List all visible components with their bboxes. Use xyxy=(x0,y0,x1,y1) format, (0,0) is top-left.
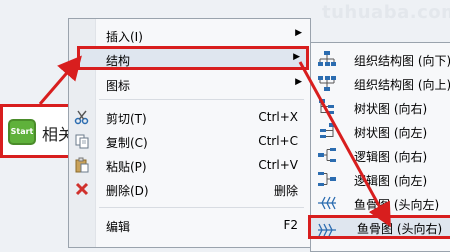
menu-item-label: 编辑 xyxy=(106,220,131,234)
menu-item-structure[interactable]: 结构 ▶ xyxy=(77,46,309,70)
org-down-icon xyxy=(317,50,337,68)
submenu-arrow-icon: ▶ xyxy=(295,28,302,38)
menu-separator xyxy=(99,99,304,100)
menu-item-label: 插入(I) xyxy=(106,30,143,44)
submenu-item-tree-left[interactable]: 树状图 (向左) xyxy=(311,119,450,143)
submenu-item-fishbone-right[interactable]: 鱼骨图 (头向右) xyxy=(308,215,450,239)
submenu-item-label: 树状图 (向右) xyxy=(354,102,428,116)
menu-item-cut[interactable]: 剪切(T) Ctrl+X xyxy=(69,105,310,129)
menu-item-shortcut: 删除 xyxy=(273,184,298,198)
submenu-item-label: 树状图 (向左) xyxy=(354,126,428,140)
logic-right-icon xyxy=(317,146,337,164)
submenu-item-org-up[interactable]: 组织结构图 (向上) xyxy=(311,71,450,95)
submenu-item-label: 逻辑图 (向左) xyxy=(354,174,428,188)
context-menu: 插入(I) ▶ 结构 ▶ 图标 ▶ 剪切(T) Ctrl+X 复制(C) Ctr… xyxy=(68,18,311,248)
watermark: tuhuaba.com xyxy=(322,2,450,23)
menu-item-edit[interactable]: 编辑 F2 xyxy=(69,213,310,237)
menu-item-paste[interactable]: 粘贴(P) Ctrl+V xyxy=(69,153,310,177)
org-up-icon xyxy=(317,74,337,92)
delete-icon xyxy=(73,180,91,198)
menu-item-shortcut: Ctrl+V xyxy=(258,158,298,172)
submenu-item-org-down[interactable]: 组织结构图 (向下) xyxy=(311,47,450,71)
menu-item-shortcut: Ctrl+C xyxy=(258,134,298,148)
submenu-item-fishbone-left[interactable]: 鱼骨图 (头向左) xyxy=(311,191,450,215)
menu-item-delete[interactable]: 删除(D) 删除 xyxy=(69,177,310,201)
menu-item-icon[interactable]: 图标 ▶ xyxy=(69,72,310,96)
fishbone-right-icon xyxy=(317,221,337,239)
mindmap-node[interactable]: Start 相关 xyxy=(0,104,78,158)
logic-left-icon xyxy=(317,170,337,188)
submenu-item-logic-right[interactable]: 逻辑图 (向右) xyxy=(311,143,450,167)
submenu-item-logic-left[interactable]: 逻辑图 (向左) xyxy=(311,167,450,191)
tree-left-icon xyxy=(317,122,337,140)
menu-item-insert[interactable]: 插入(I) ▶ xyxy=(69,23,310,47)
scissors-icon xyxy=(73,108,91,126)
start-icon: Start xyxy=(8,119,36,145)
submenu-item-label: 逻辑图 (向右) xyxy=(354,150,428,164)
menu-item-label: 剪切(T) xyxy=(106,112,147,126)
menu-item-copy[interactable]: 复制(C) Ctrl+C xyxy=(69,129,310,153)
copy-icon xyxy=(73,132,91,150)
menu-separator xyxy=(99,207,304,208)
submenu-arrow-icon: ▶ xyxy=(295,77,302,87)
submenu-item-tree-right[interactable]: 树状图 (向右) xyxy=(311,95,450,119)
paste-icon xyxy=(73,156,91,174)
submenu-item-label: 鱼骨图 (头向左) xyxy=(354,198,440,212)
submenu-item-label: 组织结构图 (向上) xyxy=(354,78,450,92)
fishbone-left-icon xyxy=(317,194,337,212)
submenu-item-label: 鱼骨图 (头向右) xyxy=(357,222,443,236)
structure-submenu: 组织结构图 (向下) 组织结构图 (向上) 树状图 (向右) 树状图 (向左) … xyxy=(308,42,450,252)
submenu-arrow-icon: ▶ xyxy=(293,52,300,62)
menu-item-label: 粘贴(P) xyxy=(106,160,147,174)
submenu-item-label: 组织结构图 (向下) xyxy=(354,54,450,68)
menu-item-label: 复制(C) xyxy=(106,136,148,150)
menu-item-shortcut: Ctrl+X xyxy=(258,110,298,124)
tree-right-icon xyxy=(317,98,337,116)
menu-item-shortcut: F2 xyxy=(283,218,298,232)
menu-item-label: 删除(D) xyxy=(106,184,149,198)
menu-item-label: 结构 xyxy=(106,54,131,68)
menu-item-label: 图标 xyxy=(106,79,131,93)
